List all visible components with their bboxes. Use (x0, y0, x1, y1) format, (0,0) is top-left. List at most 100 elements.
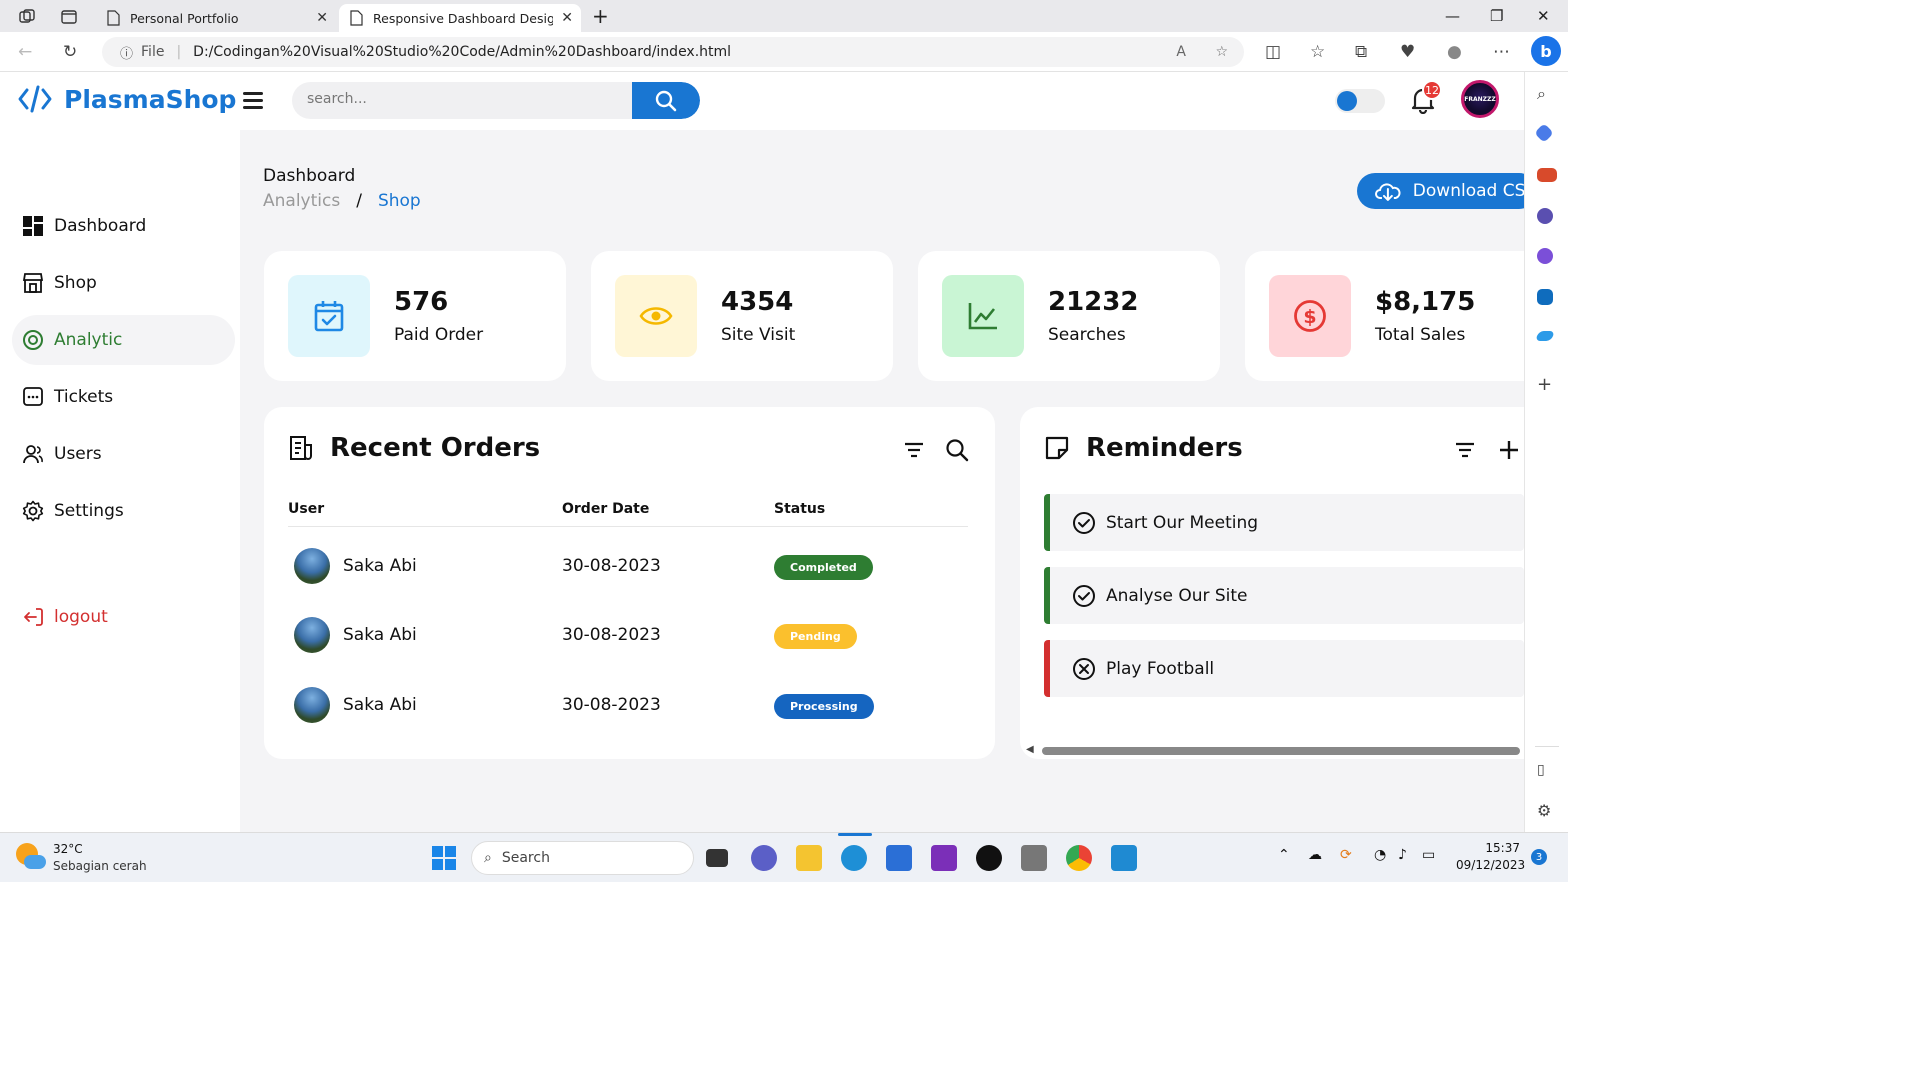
edge-browser-icon[interactable] (841, 845, 867, 871)
add-reminder-icon[interactable] (1499, 440, 1519, 460)
sidebar-item-dashboard[interactable]: Dashboard (12, 201, 235, 251)
games-icon[interactable] (1537, 208, 1553, 224)
table-row[interactable]: Saka Abi 30-08-2023 Pending (288, 602, 968, 662)
task-view-icon[interactable] (706, 849, 728, 867)
recent-orders-header: Recent Orders (288, 433, 540, 463)
brand-logo[interactable]: PlasmaShop (18, 84, 236, 114)
clock-date[interactable]: 09/12/2023 (1456, 858, 1525, 872)
check-circle-icon (1073, 511, 1095, 534)
filter-icon[interactable] (903, 441, 925, 459)
app-icon[interactable] (931, 845, 957, 871)
microsoft-365-icon[interactable] (1537, 248, 1553, 264)
info-icon[interactable]: ⓘ (120, 43, 133, 62)
read-aloud-icon[interactable]: A (1176, 44, 1186, 60)
favorites-icon[interactable]: ☆ (1310, 42, 1325, 62)
user-name: Saka Abi (343, 625, 417, 645)
chevron-up-icon[interactable]: ⌃ (1278, 847, 1290, 863)
settings-gear-icon[interactable]: ⚙ (1537, 801, 1557, 821)
sidebar-item-shop[interactable]: Shop (12, 258, 235, 308)
tab-dashboard[interactable]: Responsive Dashboard Design By ✕ (339, 4, 581, 32)
horizontal-scrollbar[interactable] (1042, 747, 1520, 755)
notification-count-badge[interactable]: 3 (1531, 849, 1547, 865)
theme-toggle[interactable] (1335, 89, 1385, 113)
outlook-icon[interactable] (1537, 289, 1553, 305)
cloud-download-icon (1375, 183, 1401, 201)
breadcrumb-shop[interactable]: Shop (378, 191, 421, 211)
tab-personal-portfolio[interactable]: Personal Portfolio ✕ (96, 4, 336, 32)
shopping-tag-icon[interactable] (1534, 123, 1554, 143)
search-button[interactable] (632, 82, 700, 119)
split-screen-icon[interactable]: ◫ (1265, 42, 1281, 62)
sidebar-item-analytic[interactable]: Analytic (12, 315, 235, 365)
sidebar-item-users[interactable]: Users (12, 429, 235, 479)
maximize-icon[interactable]: ❐ (1490, 7, 1503, 25)
more-icon[interactable]: ⋯ (1493, 42, 1510, 62)
close-tab-icon[interactable]: ✕ (561, 10, 573, 26)
add-icon[interactable]: + (1537, 374, 1557, 395)
collections-icon[interactable]: ⧉ (1355, 42, 1367, 62)
teams-chat-icon[interactable] (751, 845, 777, 871)
breadcrumb-analytics[interactable]: Analytics (263, 191, 340, 211)
search-icon[interactable] (945, 438, 969, 462)
table-row[interactable]: Saka Abi 30-08-2023 Completed (288, 533, 968, 593)
workspaces-icon[interactable] (18, 8, 36, 30)
back-icon[interactable]: ← (18, 42, 32, 62)
windows-start-icon[interactable] (432, 846, 456, 870)
column-header-status[interactable]: Status (774, 501, 825, 517)
address-bar[interactable]: ⓘ File | D:/Codingan%20Visual%20Studio%2… (102, 37, 1244, 67)
minimize-icon[interactable]: — (1445, 7, 1460, 25)
file-explorer-icon[interactable] (796, 845, 822, 871)
active-app-indicator (838, 833, 872, 836)
reminder-item[interactable]: Analyse Our Site (1044, 567, 1524, 624)
update-icon[interactable]: ⟳ (1340, 847, 1352, 863)
xbox-icon[interactable] (976, 845, 1002, 871)
new-tab-icon[interactable]: + (592, 4, 609, 28)
close-window-icon[interactable]: ✕ (1537, 7, 1550, 25)
ticket-icon (23, 387, 43, 406)
sidebar-item-tickets[interactable]: Tickets (12, 372, 235, 422)
hide-sidebar-icon[interactable]: ▯ (1537, 762, 1557, 782)
logout-label: logout (54, 607, 108, 627)
column-header-user[interactable]: User (288, 501, 324, 517)
taskbar-search[interactable]: ⌕ Search (471, 841, 694, 875)
volume-icon[interactable]: ♪ (1398, 847, 1407, 863)
eye-icon (639, 307, 673, 325)
address-divider: | (176, 44, 182, 60)
profile-icon[interactable]: ● (1447, 42, 1462, 62)
table-row[interactable]: Saka Abi 30-08-2023 Processing (288, 672, 968, 732)
chrome-icon[interactable] (1066, 845, 1092, 871)
battery-icon[interactable]: ▭ (1422, 847, 1435, 863)
onedrive-cloud-icon[interactable]: ☁ (1308, 847, 1322, 863)
menu-toggle-icon[interactable] (243, 92, 263, 113)
download-csv-button[interactable]: Download CSV (1357, 173, 1524, 209)
close-tab-icon[interactable]: ✕ (316, 10, 328, 26)
page-icon (107, 10, 120, 26)
dashboard-icon (23, 216, 43, 236)
search-input[interactable] (307, 91, 627, 107)
browser-toolbar: ← ↻ ⓘ File | D:/Codingan%20Visual%20Stud… (0, 32, 1568, 72)
column-header-order-date[interactable]: Order Date (562, 501, 649, 517)
sidebar-item-label: Dashboard (54, 216, 147, 236)
vscode-icon[interactable] (1111, 845, 1137, 871)
filter-icon[interactable] (1454, 441, 1476, 459)
weather-icon[interactable] (16, 843, 46, 873)
scroll-left-arrow-icon[interactable]: ◀ (1026, 744, 1034, 755)
microsoft-store-icon[interactable] (886, 845, 912, 871)
search-icon[interactable]: ⌕ (1537, 84, 1557, 104)
send-icon[interactable] (1535, 331, 1555, 341)
clock-time[interactable]: 15:37 (1456, 841, 1520, 855)
refresh-icon[interactable]: ↻ (63, 42, 77, 62)
camera-icon[interactable] (1021, 845, 1047, 871)
bing-copilot-icon[interactable]: b (1531, 36, 1561, 66)
sidebar-item-settings[interactable]: Settings (12, 486, 235, 536)
logout-button[interactable]: logout (12, 592, 235, 642)
tab-actions-icon[interactable] (60, 8, 78, 30)
extension-icon[interactable]: ♥ (1400, 42, 1415, 62)
reminder-item[interactable]: Play Football (1044, 640, 1524, 697)
reminder-item[interactable]: Start Our Meeting (1044, 494, 1524, 551)
tools-icon[interactable] (1537, 168, 1557, 182)
address-prefix: File (141, 44, 165, 60)
wifi-icon[interactable]: ◔ (1374, 847, 1386, 863)
profile-avatar[interactable]: FRANZZZ (1461, 80, 1499, 118)
favorite-star-icon[interactable]: ☆ (1215, 44, 1228, 60)
